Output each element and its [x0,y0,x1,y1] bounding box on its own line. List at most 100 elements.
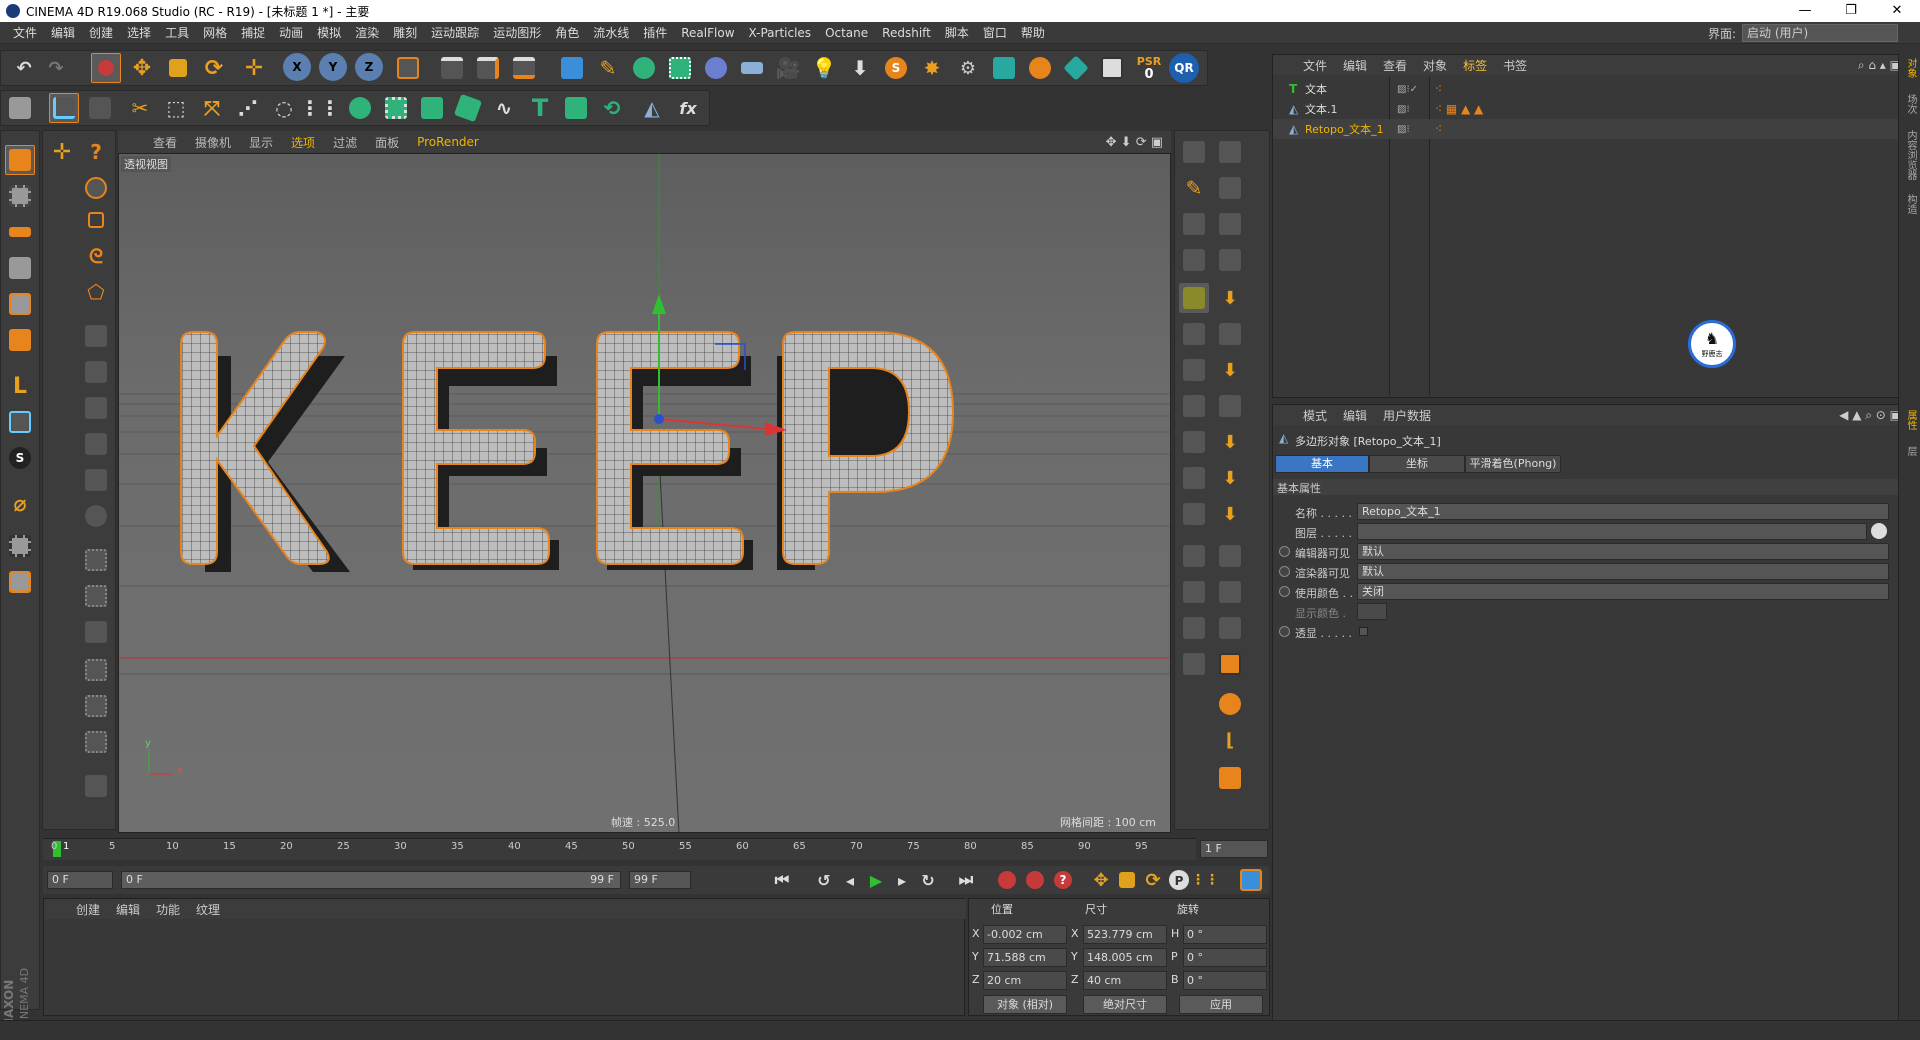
menu-create[interactable]: 创建 [82,22,120,44]
bridge-tool-icon[interactable] [1179,463,1209,493]
key-scale-icon[interactable] [1115,868,1139,892]
size-mode-dropdown[interactable]: 绝对尺寸 [1083,995,1167,1014]
point-mode-icon[interactable] [5,253,35,283]
rot-h-field[interactable]: 0 ° [1183,925,1267,944]
rect-select-icon[interactable] [81,205,111,235]
sphere-tool-icon[interactable] [1025,53,1055,83]
palette-tool-11-icon[interactable] [81,691,111,721]
use-color-radio[interactable] [1279,586,1290,597]
active-cube-icon[interactable] [1179,283,1209,313]
vtab-structure[interactable]: 构造 [1902,194,1918,214]
palette-tool-4-icon[interactable] [81,429,111,459]
viewport-menu-camera[interactable]: 摄像机 [186,134,240,151]
size-x-field[interactable]: 523.779 cm [1083,925,1167,944]
viewport-menu-display[interactable]: 显示 [240,134,282,151]
goto-end-icon[interactable]: ⏭ [953,866,979,894]
download-icon[interactable]: ⬇ [845,53,875,83]
palette-tool-12-icon[interactable] [81,727,111,757]
maximize-button[interactable]: ❐ [1828,0,1874,22]
apply-button[interactable]: 应用 [1179,995,1263,1014]
magnet-icon[interactable]: ⤧ [197,93,227,123]
next-frame-icon[interactable]: ▸ [889,866,915,894]
visibility-toggle-icon[interactable]: ▨⁝✓ [1397,84,1418,95]
spline-wrap-icon[interactable]: ⟲ [597,93,627,123]
scale-tool-icon[interactable] [163,53,193,83]
polygon-select-icon[interactable]: ⬠ [81,277,111,307]
enable-axis-icon[interactable]: L [5,371,35,401]
menu-select[interactable]: 选择 [120,22,158,44]
menu-character[interactable]: 角色 [548,22,586,44]
coordinate-mode-dropdown[interactable]: 对象 (相对) [983,995,1067,1014]
stitch-tool-icon[interactable] [1179,499,1209,529]
tab-coord[interactable]: 坐标 [1369,455,1465,473]
menu-pipeline[interactable]: 流水线 [586,22,636,44]
particles-green-icon[interactable] [381,93,411,123]
stack-icon[interactable] [1215,173,1245,203]
plane-tool-icon[interactable] [1215,319,1245,349]
camera-icon[interactable]: 🎥 [773,53,803,83]
extrude-icon[interactable] [561,93,591,123]
menu-simulate[interactable]: 模拟 [310,22,348,44]
record-icon[interactable] [995,868,1019,892]
menu-mograph[interactable]: 运动图形 [486,22,548,44]
cube-wire-4-icon[interactable] [1179,649,1209,679]
align-tool-icon[interactable] [1215,541,1245,571]
select-palette-icon[interactable] [81,173,111,203]
tab-phong[interactable]: 平滑着色(Phong) [1465,455,1561,473]
object-mode-icon[interactable] [5,145,35,175]
auto-key-icon[interactable] [1023,868,1047,892]
points-mode-icon[interactable]: ⋰ [233,93,263,123]
visibility-toggle-icon[interactable]: ▨⁝ [1397,124,1410,135]
om-menu-file[interactable]: 文件 [1295,57,1335,74]
knife-tool-icon[interactable]: ✂ [125,93,155,123]
xparticles-emitter-icon[interactable]: ✸ [917,53,947,83]
layer-picker-icon[interactable] [1871,523,1887,539]
palette-tool-8-icon[interactable] [81,581,111,611]
object-row-text[interactable]: T 文本 ▨⁝✓ ⁖ [1273,79,1913,99]
optimize-icon[interactable] [1215,577,1245,607]
end-frame-field[interactable]: 99 F [629,871,691,889]
x-axis-lock-button[interactable]: X [283,53,311,81]
xray-checkbox[interactable] [1359,627,1368,636]
render-visible-dropdown[interactable]: 默认 [1357,563,1889,580]
plane-orange-icon[interactable]: ⬇ [1215,355,1245,385]
tab-basic[interactable]: 基本 [1275,455,1369,473]
viewport-nav-icons[interactable]: ✥ ⬇ ⟳ ▣ [1106,135,1163,150]
menu-sculpt[interactable]: 雕刻 [386,22,424,44]
move-palette-icon[interactable]: ✛ [47,137,77,167]
name-field[interactable]: Retopo_文本_1 [1357,503,1889,520]
pos-y-field[interactable]: 71.588 cm [983,948,1067,967]
plane-tool-2-icon[interactable] [1215,391,1245,421]
material-menu-function[interactable]: 功能 [148,901,188,918]
viewport-menu-options[interactable]: 选项 [282,134,324,151]
am-menu-userdata[interactable]: 用户数据 [1375,407,1439,424]
model-mode-icon[interactable] [5,93,35,123]
menu-script[interactable]: 脚本 [938,22,976,44]
vtab-layers[interactable]: 层 [1902,446,1918,456]
texture-mode-icon[interactable] [5,181,35,211]
tag-icon[interactable]: ⁖ [1435,122,1442,136]
cloner-icon[interactable] [417,93,447,123]
prev-key-icon[interactable]: ↺ [811,866,837,894]
diamond-tool-icon[interactable] [1061,53,1091,83]
palette-tool-9-icon[interactable] [81,617,111,647]
down-plane-icon[interactable]: ⬇ [1215,283,1245,313]
disabled-tool-icon[interactable] [85,93,115,123]
undo-icon[interactable]: ↶ [9,53,39,83]
viewport-menu-prorender[interactable]: ProRender [408,135,488,149]
palette-tool-1-icon[interactable] [81,321,111,351]
menu-motion-tracking[interactable]: 运动跟踪 [424,22,486,44]
xparticles-tool-icon[interactable]: ⚙ [953,53,983,83]
palette-tool-7-icon[interactable] [81,545,111,575]
xray-radio[interactable] [1279,626,1290,637]
spline-curve-icon[interactable]: ∿ [489,93,519,123]
edge-tool-icon[interactable] [1179,209,1209,239]
am-menu-mode[interactable]: 模式 [1295,407,1335,424]
vtab-objects[interactable]: 对象 [1902,58,1918,78]
om-menu-edit[interactable]: 编辑 [1335,57,1375,74]
cube-outline-2-icon[interactable] [1215,245,1245,275]
om-menu-objects[interactable]: 对象 [1415,57,1455,74]
palette-tool-2-icon[interactable] [81,357,111,387]
subdivision-icon[interactable] [629,53,659,83]
rot-b-field[interactable]: 0 ° [1183,971,1267,990]
